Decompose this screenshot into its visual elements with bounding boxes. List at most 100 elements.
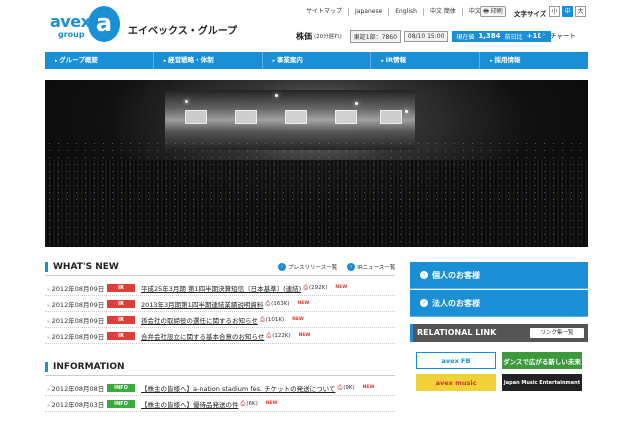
ir-badge: IR bbox=[107, 331, 135, 340]
news-date: 2012年08月09日 bbox=[45, 315, 107, 325]
fontsize-small-button[interactable]: 小 bbox=[549, 6, 560, 17]
stage-light bbox=[405, 110, 408, 113]
individual-customer-button[interactable]: › 個人のお客様 bbox=[410, 262, 588, 289]
fontsize-label: 文字サイズ bbox=[514, 10, 547, 18]
avex-fb-banner[interactable]: avex FB bbox=[416, 352, 496, 369]
news-date: 2012年08月09日 bbox=[45, 283, 107, 293]
file-size: (9K) bbox=[343, 384, 355, 391]
pdf-icon: ⎙ bbox=[266, 331, 272, 339]
list-item: 2012年08月09日 IR 合弁会社設立に関する基本合意のお知らせ ⎙ (12… bbox=[45, 328, 395, 344]
print-button[interactable]: 🖶 印刷 bbox=[480, 6, 506, 17]
nav-strategy[interactable]: 経営戦略・体制 bbox=[154, 52, 263, 69]
print-label: 印刷 bbox=[490, 8, 503, 15]
change-label: 前日比 bbox=[504, 33, 523, 41]
stage-light bbox=[185, 100, 188, 103]
information-list: 2012年08月08日 INFO 【株主の皆様へ】a-nation stadiu… bbox=[45, 380, 395, 412]
news-link[interactable]: 合弁会社設立に関する基本合意のお知らせ bbox=[141, 331, 264, 341]
news-link[interactable]: 孫会社の取締役の選任に関するお知らせ bbox=[141, 315, 258, 325]
arrow-icon: › bbox=[278, 263, 286, 271]
new-tag: NEW bbox=[297, 301, 310, 306]
ir-news-link[interactable]: › IRニュース一覧 bbox=[347, 263, 395, 271]
logo-sub: group bbox=[58, 30, 85, 39]
stage-screen bbox=[235, 110, 257, 124]
nav-group-overview[interactable]: グループ概要 bbox=[45, 52, 154, 69]
avex-logo[interactable]: avex group a bbox=[50, 6, 122, 46]
news-link[interactable]: 2013年3月期第1四半期連結業績説明資料 bbox=[141, 299, 263, 309]
stock-code: 東証1部：7860 bbox=[349, 29, 401, 43]
japan-music-entertainment-banner[interactable]: Japan Music Entertainment bbox=[502, 374, 582, 391]
individual-customer-label: 個人のお客様 bbox=[432, 270, 480, 280]
list-item: 2012年08月08日 INFO 【株主の皆様へ】a-nation stadiu… bbox=[45, 380, 395, 396]
english-link[interactable]: English bbox=[388, 8, 423, 16]
nav-recruit[interactable]: 採用情報 bbox=[480, 52, 588, 69]
list-item: 2012年08月03日 INFO 【株主の皆様へ】優待品発送の件 ⎙ (6K) … bbox=[45, 396, 395, 412]
crowd-lights bbox=[45, 140, 588, 247]
nav-business[interactable]: 事業案内 bbox=[263, 52, 372, 69]
news-link[interactable]: 平成25年3月期 第1四半期決算短信〔日本基準〕(連結) bbox=[141, 283, 301, 293]
new-tag: NEW bbox=[335, 285, 348, 290]
stock-delay: (20分遅れ) bbox=[314, 34, 342, 40]
divider bbox=[45, 375, 395, 376]
press-release-link[interactable]: › プレスリリース一覧 bbox=[278, 263, 337, 271]
stage-screen bbox=[285, 110, 307, 124]
stock-label: 株価 bbox=[296, 31, 312, 41]
stock-info: 株価 (20分遅れ) 東証1部：7860 08/10 15:00 現在値 1,3… bbox=[296, 29, 552, 43]
stock-time: 08/10 15:00 bbox=[403, 30, 449, 42]
price-value: 1,384 bbox=[478, 32, 501, 40]
arrow-icon: › bbox=[347, 263, 356, 271]
ir-badge: IR bbox=[107, 315, 135, 324]
dance-banner[interactable]: ダンスで広がる新しい未来 bbox=[502, 352, 582, 369]
info-badge: INFO bbox=[107, 399, 135, 408]
global-nav: グループ概要 経営戦略・体制 事業案内 IR情報 採用情報 bbox=[45, 52, 588, 69]
price-box: 現在値 1,384 前日比 +184 bbox=[452, 30, 552, 42]
pdf-icon: ⎙ bbox=[303, 283, 308, 291]
avex-music-banner[interactable]: avex music bbox=[416, 374, 496, 391]
group-name: エイベックス・グループ bbox=[128, 26, 238, 37]
news-date: 2012年08月09日 bbox=[45, 299, 107, 309]
pdf-icon: ⎙ bbox=[265, 299, 271, 307]
news-date: 2012年08月09日 bbox=[45, 331, 107, 341]
whats-new-links: › プレスリリース一覧 › IRニュース一覧 bbox=[278, 263, 395, 271]
whats-new-title: WHAT'S NEW bbox=[45, 262, 119, 272]
stage-light bbox=[355, 102, 358, 105]
logo-text: avex bbox=[50, 12, 91, 31]
news-link[interactable]: 【株主の皆様へ】a-nation stadium fes. チケットの発送につい… bbox=[141, 383, 335, 393]
info-badge: INFO bbox=[107, 383, 135, 392]
chart-link-label: チャート bbox=[550, 32, 576, 40]
news-date: 2012年08月08日 bbox=[45, 383, 107, 393]
relational-link-list-button[interactable]: リンク集一覧 bbox=[530, 328, 584, 338]
corporate-customer-button[interactable]: › 法人のお客様 bbox=[410, 290, 588, 317]
sitemap-link[interactable]: サイトマップ bbox=[300, 8, 348, 16]
japanese-link[interactable]: Japanese bbox=[348, 8, 388, 16]
fontsize-medium-button[interactable]: 中 bbox=[562, 6, 573, 17]
logo-mark: a bbox=[88, 6, 120, 42]
arrow-icon: › bbox=[540, 31, 548, 39]
news-date: 2012年08月03日 bbox=[45, 399, 107, 409]
list-item: 2012年08月09日 IR 孫会社の取締役の選任に関するお知らせ ⎙ (101… bbox=[45, 312, 395, 328]
nav-ir[interactable]: IR情報 bbox=[371, 52, 481, 69]
chinese-simplified-link[interactable]: 中文 簡体 bbox=[422, 8, 462, 16]
news-link[interactable]: 【株主の皆様へ】優待品発送の件 bbox=[141, 399, 239, 409]
hero-image-concert[interactable] bbox=[45, 80, 588, 247]
file-size: (163K) bbox=[271, 300, 290, 307]
top-links: サイトマップ Japanese English 中文 簡体 中文 繁体 bbox=[300, 8, 501, 16]
stage-screen bbox=[185, 110, 207, 124]
stage-screen bbox=[380, 110, 402, 124]
fontsize-large-button[interactable]: 大 bbox=[575, 6, 586, 17]
new-tag: NEW bbox=[265, 401, 278, 406]
pdf-icon: ⎙ bbox=[337, 383, 343, 391]
price-label: 現在値 bbox=[456, 33, 475, 41]
new-tag: NEW bbox=[298, 333, 311, 338]
pdf-icon: ⎙ bbox=[259, 315, 265, 323]
ir-badge: IR bbox=[107, 283, 135, 292]
chart-link[interactable]: › チャート bbox=[540, 30, 576, 40]
press-release-label: プレスリリース一覧 bbox=[288, 265, 338, 271]
file-size: (101K) bbox=[265, 316, 285, 323]
stage-screen bbox=[335, 110, 357, 124]
arrow-icon: › bbox=[420, 299, 428, 307]
information-title: INFORMATION bbox=[45, 362, 125, 372]
stage-light bbox=[275, 94, 278, 97]
list-item: 2012年08月09日 IR 平成25年3月期 第1四半期決算短信〔日本基準〕(… bbox=[45, 280, 395, 296]
file-size: (292K) bbox=[309, 284, 328, 291]
file-size: (122K) bbox=[272, 332, 291, 339]
